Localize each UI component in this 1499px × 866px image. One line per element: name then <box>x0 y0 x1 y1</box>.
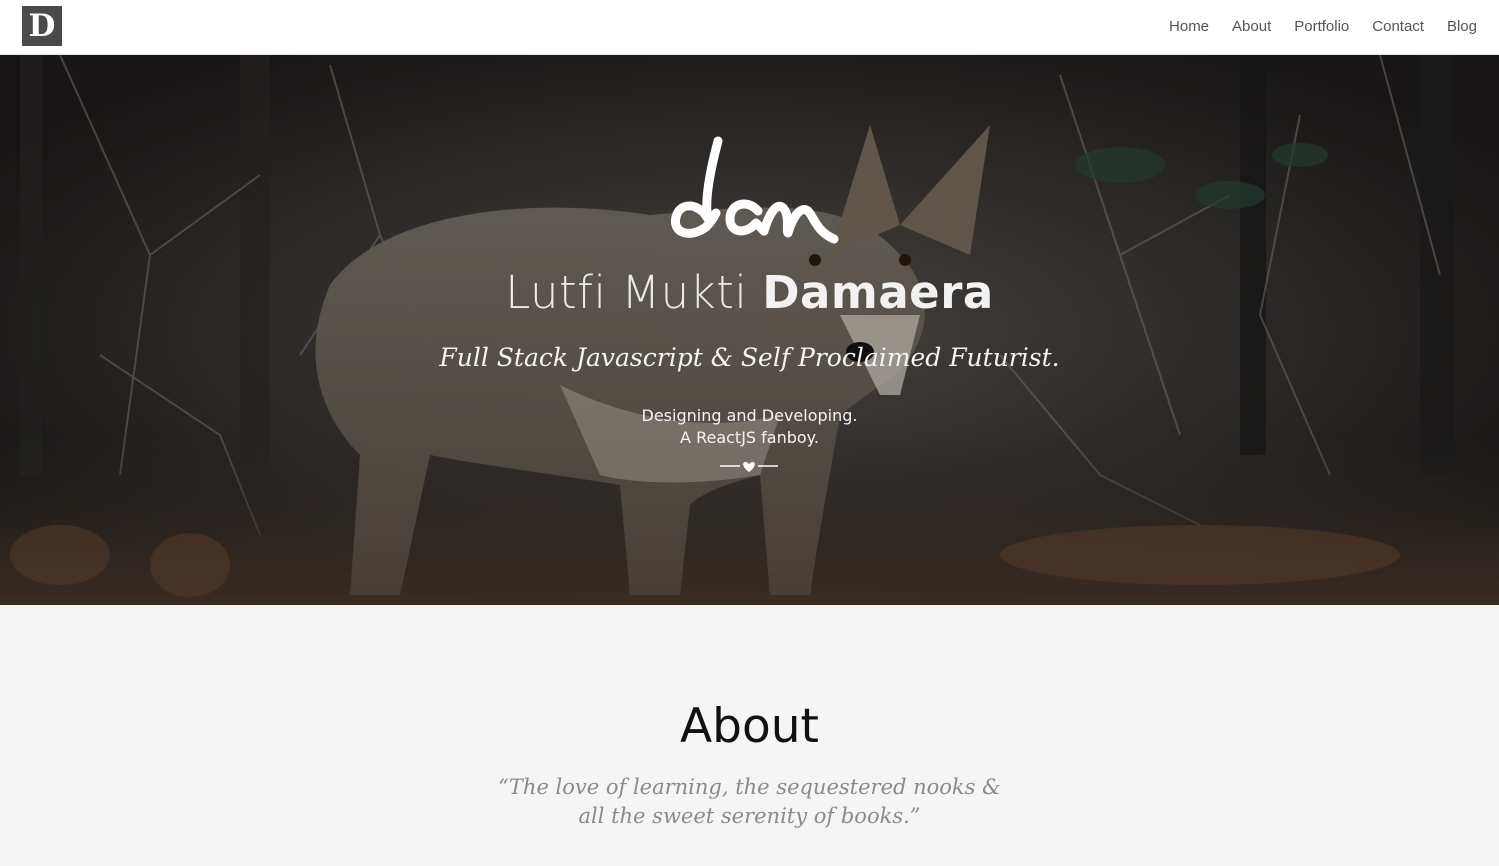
nav-link-portfolio[interactable]: Portfolio <box>1294 18 1349 35</box>
nav-item: Portfolio <box>1294 18 1349 36</box>
top-navbar: D Home About Portfolio Contact Blog <box>0 0 1499 55</box>
hero-name-last: Damaera <box>762 266 994 319</box>
about-heading: About <box>680 699 819 754</box>
hero-subline-1: Designing and Developing. <box>641 406 858 425</box>
brand-logo[interactable]: D <box>22 6 62 46</box>
hero-name: Lutfi Mukti Damaera <box>0 265 1499 321</box>
hero-subtitle: Designing and Developing. A ReactJS fanb… <box>0 405 1499 449</box>
about-quote: “The love of learning, the sequestered n… <box>0 773 1499 831</box>
dam-signature-logo <box>671 136 839 244</box>
nav-link-contact[interactable]: Contact <box>1372 18 1424 35</box>
about-quote-line-2: all the sweet serenity of books.” <box>578 804 921 828</box>
about-section: About “The love of learning, the sequest… <box>0 605 1499 866</box>
nav-item: Blog <box>1447 18 1477 36</box>
nav-item: About <box>1232 18 1271 36</box>
nav-item: Home <box>1169 18 1209 36</box>
hero-name-first: Lutfi Mukti <box>505 266 748 319</box>
heart-divider-icon <box>720 462 778 472</box>
hero-content: Lutfi Mukti Damaera Full Stack Javascrip… <box>0 55 1499 605</box>
nav-link-about[interactable]: About <box>1232 18 1271 35</box>
nav-item: Contact <box>1372 18 1424 36</box>
nav-link-blog[interactable]: Blog <box>1447 18 1477 35</box>
nav-menu: Home About Portfolio Contact Blog <box>1169 0 1477 54</box>
hero-tagline: Full Stack Javascript & Self Proclaimed … <box>439 343 1060 372</box>
hero-subline-2: A ReactJS fanboy. <box>680 428 819 447</box>
hero-section: Lutfi Mukti Damaera Full Stack Javascrip… <box>0 55 1499 605</box>
brand-letter: D <box>28 8 56 44</box>
about-quote-line-1: “The love of learning, the sequestered n… <box>498 775 1001 799</box>
nav-link-home[interactable]: Home <box>1169 18 1209 35</box>
